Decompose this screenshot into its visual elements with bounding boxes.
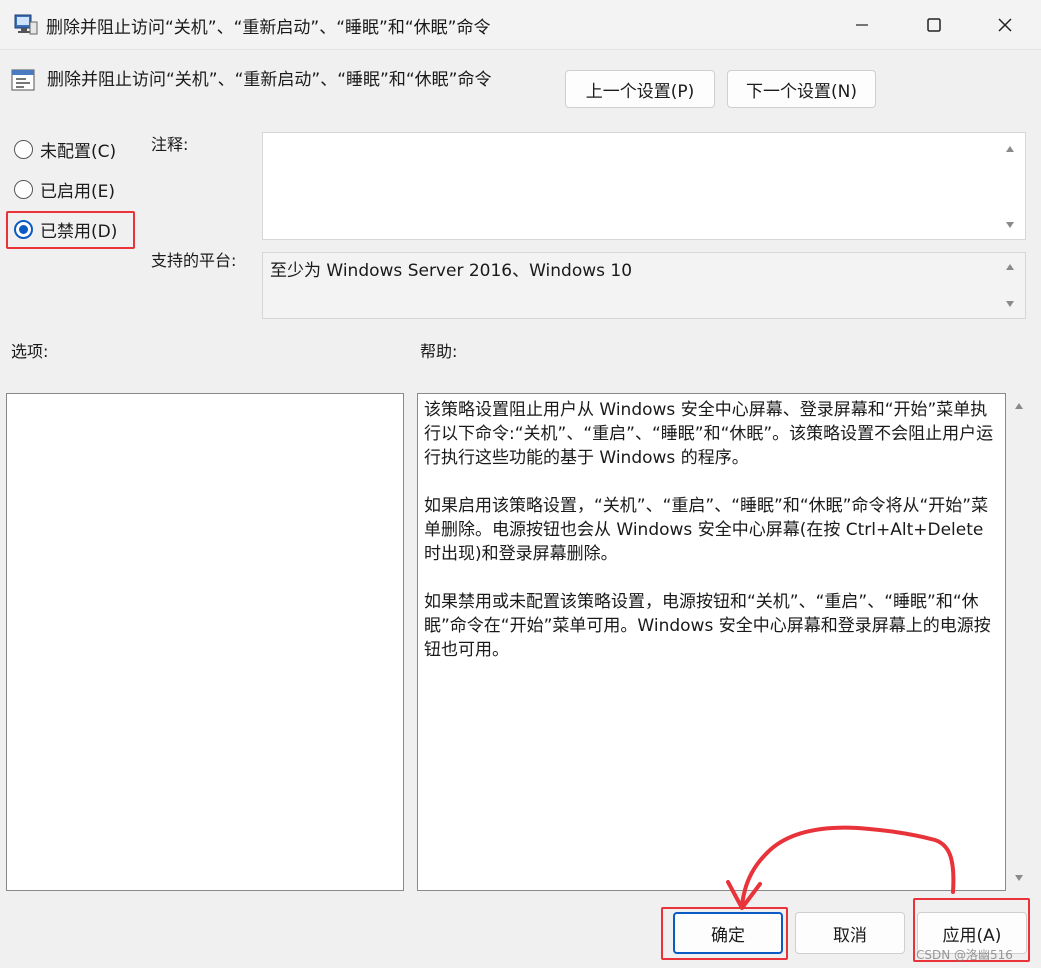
options-label: 选项: bbox=[11, 342, 49, 361]
help-scroll-down-icon[interactable] bbox=[1015, 875, 1023, 881]
radio-label: 未配置(C) bbox=[40, 141, 117, 162]
radio-circle-checked bbox=[14, 219, 33, 239]
window-title: 删除并阻止访问“关机”、“重新启动”、“睡眠”和“休眠”命令 bbox=[46, 18, 491, 38]
help-paragraph: 如果禁用或未配置该策略设置，电源按钮和“关机”、“重启”、“睡眠”和“休眠”命令… bbox=[424, 592, 991, 660]
help-label: 帮助: bbox=[420, 342, 458, 361]
policy-name: 删除并阻止访问“关机”、“重新启动”、“睡眠”和“休眠”命令 bbox=[47, 70, 492, 90]
watermark: CSDN @洛幽516 bbox=[916, 948, 1013, 962]
policy-app-icon bbox=[14, 14, 38, 35]
close-icon bbox=[998, 18, 1012, 32]
radio-not-configured[interactable]: 未配置(C) bbox=[14, 134, 116, 164]
scroll-down-icon[interactable] bbox=[1006, 301, 1014, 307]
radio-enabled[interactable]: 已启用(E) bbox=[14, 174, 115, 204]
minimize-icon bbox=[856, 24, 868, 26]
options-panel bbox=[6, 393, 404, 891]
previous-setting-button[interactable]: 上一个设置(P) bbox=[565, 70, 715, 108]
scroll-down-icon[interactable] bbox=[1006, 222, 1014, 228]
title-bar: 删除并阻止访问“关机”、“重新启动”、“睡眠”和“休眠”命令 bbox=[0, 0, 1041, 50]
platform-label: 支持的平台: bbox=[151, 251, 237, 270]
radio-label: 已禁用(D) bbox=[40, 221, 118, 242]
maximize-button[interactable] bbox=[898, 0, 970, 50]
minimize-button[interactable] bbox=[826, 0, 898, 50]
radio-circle bbox=[14, 179, 33, 199]
platform-field: 至少为 Windows Server 2016、Windows 10 bbox=[262, 252, 1026, 319]
help-panel: 该策略设置阻止用户从 Windows 安全中心屏幕、登录屏幕和“开始”菜单执行以… bbox=[417, 393, 1006, 891]
close-button[interactable] bbox=[969, 0, 1041, 50]
help-scroll-up-icon[interactable] bbox=[1015, 403, 1023, 409]
scroll-up-icon[interactable] bbox=[1006, 146, 1014, 152]
policy-setting-icon bbox=[11, 69, 35, 91]
radio-dot bbox=[19, 224, 28, 234]
platform-text: 至少为 Windows Server 2016、Windows 10 bbox=[270, 261, 633, 281]
next-setting-button[interactable]: 下一个设置(N) bbox=[727, 70, 876, 108]
cancel-button[interactable]: 取消 bbox=[795, 912, 905, 954]
help-paragraph: 如果启用该策略设置，“关机”、“重启”、“睡眠”和“休眠”命令将从“开始”菜单删… bbox=[424, 496, 989, 564]
scroll-up-icon[interactable] bbox=[1006, 264, 1014, 270]
ok-button[interactable]: 确定 bbox=[673, 912, 783, 954]
radio-circle bbox=[14, 139, 33, 159]
comment-input[interactable] bbox=[262, 132, 1026, 240]
comment-label: 注释: bbox=[151, 135, 189, 154]
maximize-icon bbox=[927, 18, 941, 32]
help-paragraph: 该策略设置阻止用户从 Windows 安全中心屏幕、登录屏幕和“开始”菜单执行以… bbox=[424, 400, 994, 468]
radio-disabled[interactable]: 已禁用(D) bbox=[14, 214, 117, 244]
help-text: 该策略设置阻止用户从 Windows 安全中心屏幕、登录屏幕和“开始”菜单执行以… bbox=[424, 398, 999, 686]
radio-label: 已启用(E) bbox=[40, 181, 116, 202]
